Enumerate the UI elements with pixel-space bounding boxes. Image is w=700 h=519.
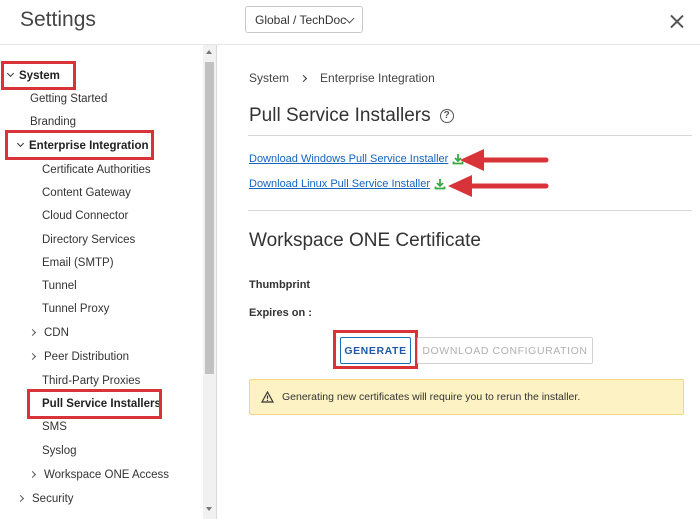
highlight-box [5,130,154,160]
divider [248,210,692,211]
scroll-down-icon[interactable] [206,507,212,511]
chevron-right-icon [28,328,37,337]
warning-icon [261,391,274,403]
warning-text: Generating new certificates will require… [282,391,581,403]
thumbprint-label: Thumbprint [249,279,311,291]
sidebar-item-peer-distribution[interactable]: Peer Distribution [28,348,129,366]
page-title: Settings [20,8,96,31]
sidebar-item-certificate-authorities[interactable]: Certificate Authorities [42,161,151,179]
sidebar-item-sms[interactable]: SMS [42,418,67,436]
breadcrumb: System Enterprise Integration [249,71,435,85]
sidebar-item-email-smtp[interactable]: Email (SMTP) [42,254,114,272]
breadcrumb-system[interactable]: System [249,71,289,85]
sidebar-item-security[interactable]: Security [16,490,74,508]
expires-on-label: Expires on : [249,307,312,319]
help-icon[interactable]: ? [439,109,454,123]
sidebar-item-getting-started[interactable]: Getting Started [30,90,107,108]
breadcrumb-enterprise-integration[interactable]: Enterprise Integration [320,71,435,85]
sidebar-item-third-party-proxies[interactable]: Third-Party Proxies [42,372,140,390]
org-group-label: Global / TechDoc [255,12,347,27]
download-icon [434,179,446,190]
download-linux-link[interactable]: Download Linux Pull Service Installer [249,178,446,190]
main-content: System Enterprise Integration Pull Servi… [218,45,700,519]
sidebar-item-content-gateway[interactable]: Content Gateway [42,184,131,202]
annotation-arrow [460,149,549,171]
header: Settings Global / TechDoc [0,0,700,44]
download-windows-link[interactable]: Download Windows Pull Service Installer [249,153,464,165]
sidebar-item-tunnel[interactable]: Tunnel [42,277,77,295]
certificate-title: Workspace ONE Certificate [249,230,481,251]
sidebar: System Getting Started Branding Enterpri… [0,45,217,519]
highlight-box [27,389,162,419]
chevron-right-icon [28,352,37,361]
sidebar-item-cdn[interactable]: CDN [28,324,69,342]
download-configuration-button[interactable]: DOWNLOAD CONFIGURATION [417,337,593,364]
chevron-right-icon [16,494,25,503]
sidebar-item-workspace-one-access[interactable]: Workspace ONE Access [28,466,169,484]
scrollbar-thumb[interactable] [205,62,214,374]
warning-banner: Generating new certificates will require… [249,379,684,415]
sidebar-item-tunnel-proxy[interactable]: Tunnel Proxy [42,300,109,318]
section-title: Pull Service Installers ? [249,105,454,127]
sidebar-item-branding[interactable]: Branding [30,113,76,131]
chevron-right-icon [299,74,308,82]
annotation-arrow [448,175,549,197]
sidebar-item-syslog[interactable]: Syslog [42,442,77,460]
sidebar-item-directory-services[interactable]: Directory Services [42,231,135,249]
highlight-box [1,61,76,90]
sidebar-scrollbar[interactable] [203,45,216,519]
scroll-up-icon[interactable] [206,50,212,54]
close-icon[interactable] [667,12,687,32]
divider [248,135,692,136]
generate-button[interactable]: GENERATE [340,337,411,364]
chevron-right-icon [28,470,37,479]
sidebar-item-cloud-connector[interactable]: Cloud Connector [42,207,128,225]
org-group-selector[interactable]: Global / TechDoc [245,6,363,33]
